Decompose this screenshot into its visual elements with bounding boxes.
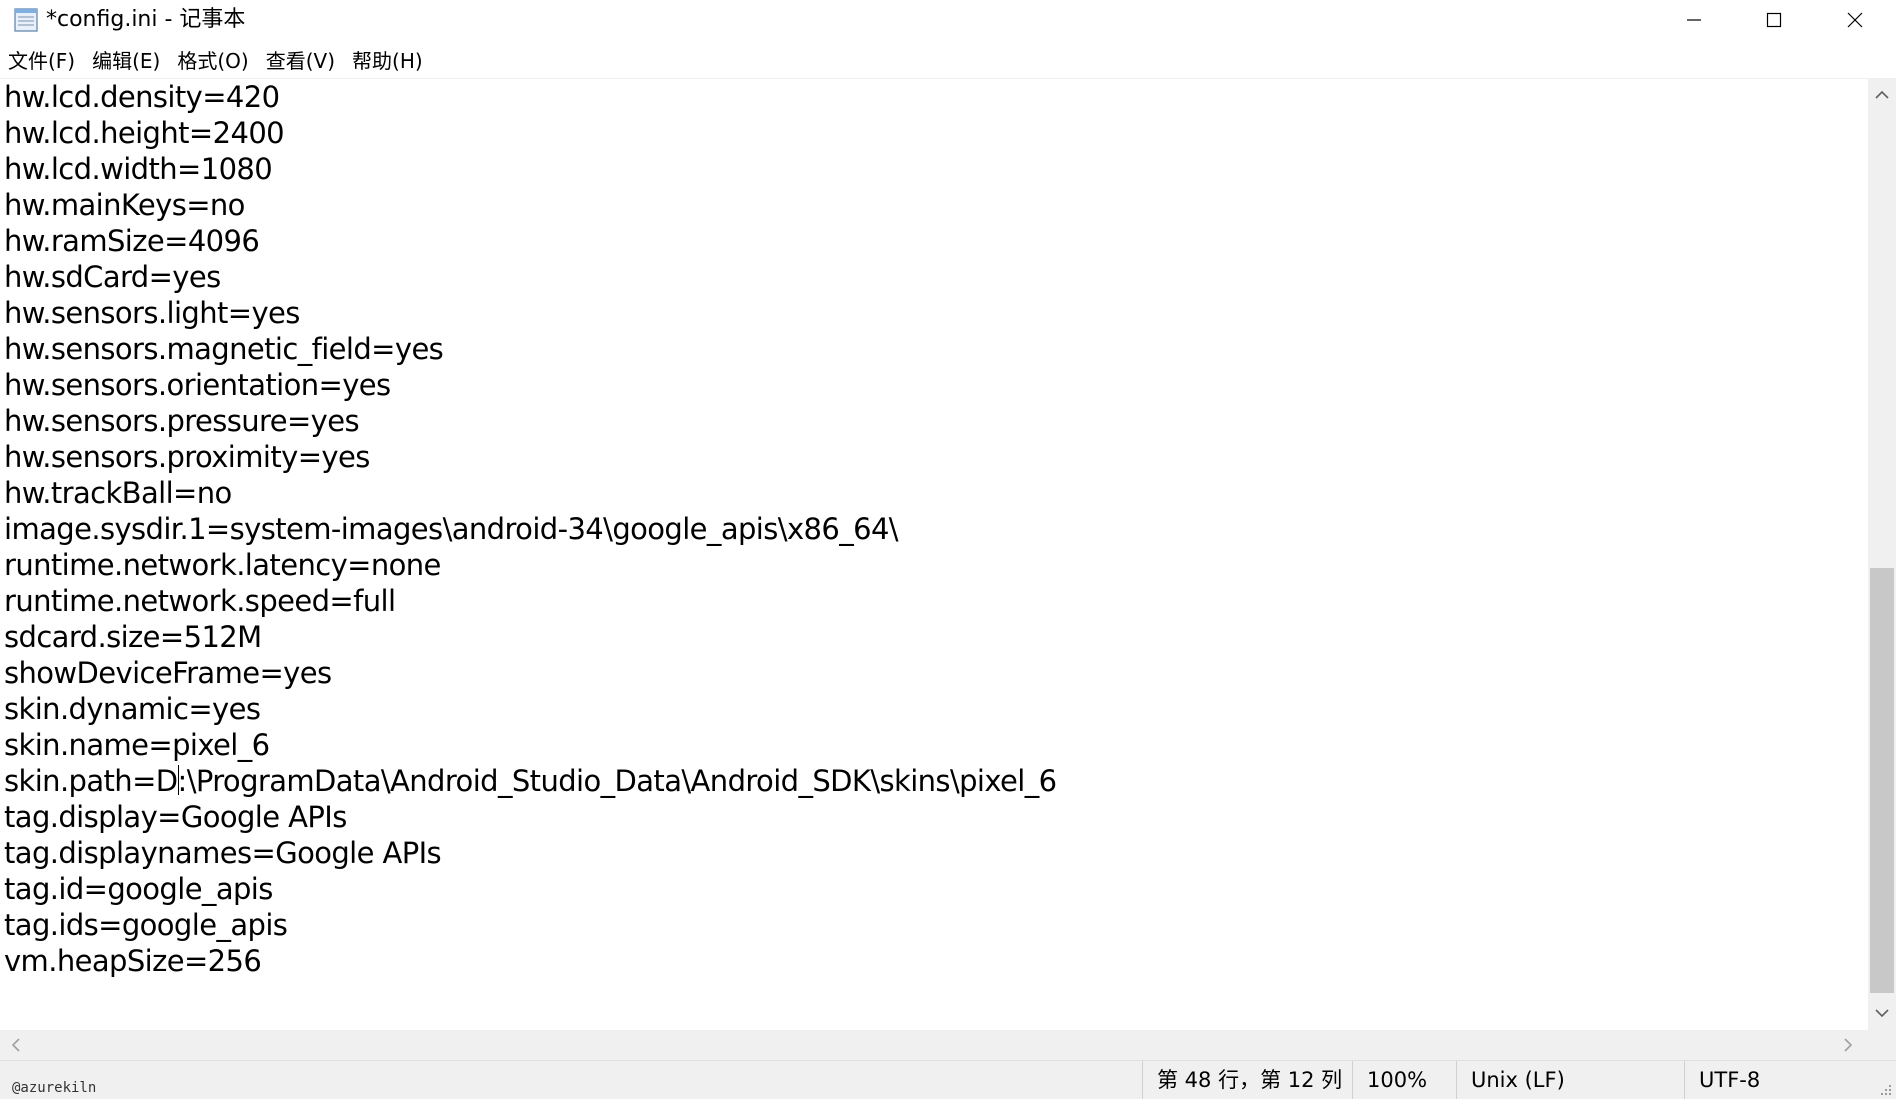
menu-help[interactable]: 帮助(H): [344, 44, 432, 78]
scroll-down-button[interactable]: [1868, 1000, 1896, 1026]
editor-line[interactable]: tag.ids=google_apis: [4, 907, 1057, 943]
horizontal-scrollbar[interactable]: [0, 1030, 1868, 1060]
editor-line[interactable]: hw.sensors.proximity=yes: [4, 439, 1057, 475]
editor-line[interactable]: hw.sdCard=yes: [4, 259, 1057, 295]
editor-lines[interactable]: hw.lcd.density=420 hw.lcd.height=2400 hw.l…: [4, 79, 1057, 979]
editor-line[interactable]: hw.lcd.width=1080: [4, 151, 1057, 187]
close-button[interactable]: [1815, 0, 1895, 40]
editor-line[interactable]: hw.trackBall=no: [4, 475, 1057, 511]
status-bar: 第 48 行，第 12 列 100% Unix (LF) UTF-8: [0, 1060, 1896, 1099]
editor-line[interactable]: hw.sensors.orientation=yes: [4, 367, 1057, 403]
editor-line[interactable]: hw.sensors.light=yes: [4, 295, 1057, 331]
editor-line[interactable]: skin.dynamic=yes: [4, 691, 1057, 727]
menu-edit[interactable]: 编辑(E): [84, 44, 169, 78]
status-zoom-level: 100%: [1352, 1061, 1456, 1099]
minimize-button[interactable]: [1654, 0, 1734, 40]
editor-line[interactable]: hw.sensors.magnetic_field=yes: [4, 331, 1057, 367]
menu-bar: 文件(F) 编辑(E) 格式(O) 查看(V) 帮助(H): [0, 44, 432, 78]
vertical-scroll-thumb[interactable]: [1870, 568, 1894, 993]
chevron-up-icon: [1875, 90, 1889, 99]
maximize-button[interactable]: [1734, 0, 1814, 40]
editor-line[interactable]: sdcard.size=512M: [4, 619, 1057, 655]
scrollbar-corner: [1868, 1030, 1896, 1060]
editor-line[interactable]: hw.lcd.height=2400: [4, 115, 1057, 151]
scroll-up-button[interactable]: [1868, 82, 1896, 108]
editor-line[interactable]: hw.sensors.pressure=yes: [4, 403, 1057, 439]
editor-line[interactable]: skin.path=D:\ProgramData\Android_Studio_…: [4, 763, 1057, 799]
close-icon: [1847, 12, 1863, 28]
editor-line[interactable]: tag.id=google_apis: [4, 871, 1057, 907]
scroll-right-button[interactable]: [1834, 1030, 1862, 1060]
maximize-icon: [1766, 12, 1782, 28]
notepad-icon: [14, 8, 38, 32]
editor-line[interactable]: showDeviceFrame=yes: [4, 655, 1057, 691]
status-line-ending: Unix (LF): [1456, 1061, 1684, 1099]
notepad-window: *config.ini - 记事本 文件(F) 编辑(E) 格式(O) 查看(V…: [0, 0, 1896, 1099]
chevron-down-icon: [1875, 1009, 1889, 1018]
scroll-left-button[interactable]: [2, 1030, 30, 1060]
chevron-left-icon: [11, 1038, 20, 1052]
status-cursor-position: 第 48 行，第 12 列: [1142, 1061, 1352, 1099]
editor-line[interactable]: tag.display=Google APIs: [4, 799, 1057, 835]
chevron-right-icon: [1844, 1038, 1853, 1052]
editor-line[interactable]: runtime.network.latency=none: [4, 547, 1057, 583]
title-bar[interactable]: *config.ini - 记事本: [0, 0, 1896, 40]
window-title: *config.ini - 记事本: [46, 7, 246, 32]
minimize-icon: [1687, 19, 1701, 21]
text-editor[interactable]: hw.lcd.density=420 hw.lcd.height=2400 hw.l…: [0, 78, 1868, 1031]
editor-line[interactable]: hw.ramSize=4096: [4, 223, 1057, 259]
vertical-scrollbar[interactable]: [1868, 78, 1896, 1030]
editor-line[interactable]: skin.name=pixel_6: [4, 727, 1057, 763]
status-encoding: UTF-8: [1684, 1061, 1896, 1099]
resize-grip-icon[interactable]: [1878, 1082, 1892, 1096]
menu-file[interactable]: 文件(F): [0, 44, 84, 78]
editor-line[interactable]: tag.displaynames=Google APIs: [4, 835, 1057, 871]
editor-line[interactable]: hw.lcd.density=420: [4, 79, 1057, 115]
editor-line[interactable]: vm.heapSize=256: [4, 943, 1057, 979]
menu-view[interactable]: 查看(V): [258, 44, 344, 78]
editor-line[interactable]: runtime.network.speed=full: [4, 583, 1057, 619]
watermark-text: @azurekiln: [12, 1080, 97, 1096]
editor-line[interactable]: hw.mainKeys=no: [4, 187, 1057, 223]
editor-line[interactable]: image.sysdir.1=system-images\android-34\…: [4, 511, 1057, 547]
menu-format[interactable]: 格式(O): [169, 44, 257, 78]
